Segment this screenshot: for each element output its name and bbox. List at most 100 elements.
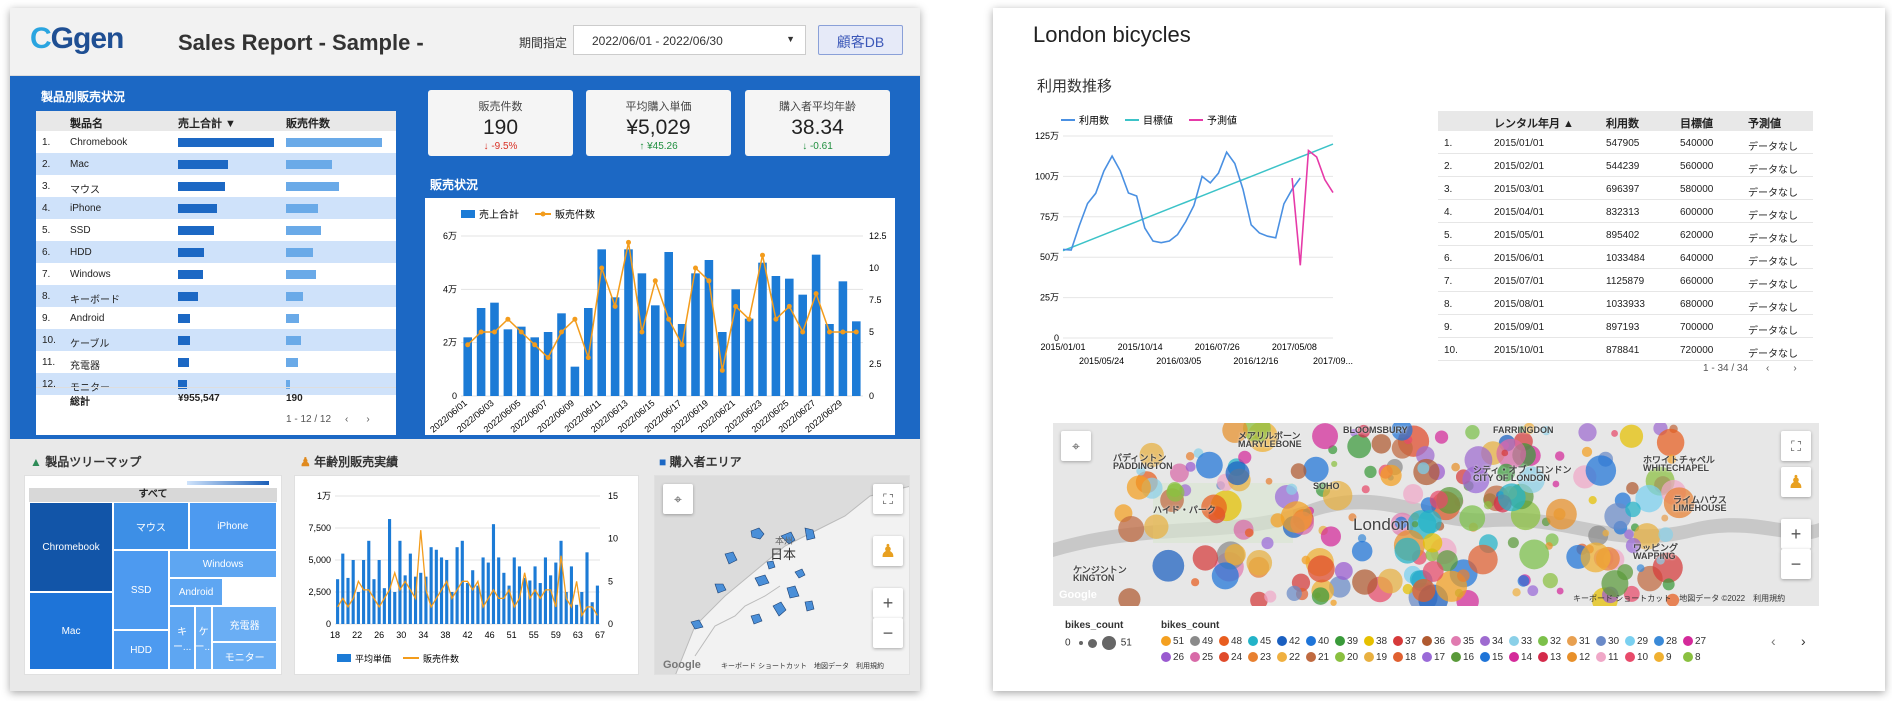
avg-price-bar[interactable] (528, 580, 532, 624)
bike-station-bubble[interactable] (1411, 520, 1419, 528)
bike-station-bubble[interactable] (1552, 480, 1560, 488)
bike-station-bubble[interactable] (1457, 569, 1470, 582)
avg-price-bar[interactable] (575, 604, 579, 624)
count-point[interactable] (559, 329, 564, 335)
avg-price-bar[interactable] (341, 553, 345, 624)
col-product[interactable]: 製品名 (70, 115, 103, 131)
col-target[interactable]: 目標値 (1680, 115, 1713, 131)
next-page-icon[interactable]: › (1793, 363, 1796, 374)
treemap-cell[interactable]: マウス (113, 502, 189, 550)
bike-station-bubble[interactable] (1468, 544, 1498, 575)
col-count[interactable]: 販売件数 (286, 115, 330, 131)
bike-station-bubble[interactable] (1330, 599, 1337, 606)
avg-price-bar[interactable] (523, 577, 527, 624)
bike-station-bubble[interactable] (1280, 501, 1313, 533)
sales-bar[interactable] (503, 329, 513, 396)
avg-price-bar[interactable] (372, 579, 376, 624)
avg-price-bar[interactable] (362, 560, 366, 624)
sales-bar[interactable] (771, 276, 781, 396)
next-page-icon[interactable]: › (366, 414, 369, 425)
avg-price-bar[interactable] (585, 552, 589, 624)
bike-station-bubble[interactable] (1581, 446, 1593, 458)
avg-price-bar[interactable] (393, 592, 397, 624)
zoom-out-button[interactable]: − (873, 618, 903, 648)
avg-price-bar[interactable] (346, 577, 350, 624)
table-row[interactable]: 3. マウス (36, 175, 396, 197)
bike-station-bubble[interactable] (1380, 464, 1402, 487)
bike-station-bubble[interactable] (1662, 578, 1675, 591)
bike-station-bubble[interactable] (1303, 456, 1329, 483)
avg-price-bar[interactable] (465, 583, 470, 624)
treemap-cell[interactable]: Android (169, 578, 224, 606)
count-point[interactable] (693, 265, 698, 271)
sales-bar[interactable] (785, 278, 794, 396)
count-point[interactable] (572, 316, 578, 322)
col-sales[interactable]: 売上合計 ▼ (178, 115, 236, 131)
avg-price-bar[interactable] (569, 566, 573, 624)
count-point[interactable] (853, 329, 859, 335)
treemap-cell[interactable]: Chromebook (29, 502, 114, 592)
avg-price-bar[interactable] (497, 557, 501, 624)
bike-station-bubble[interactable] (1351, 540, 1373, 562)
avg-price-bar[interactable] (419, 572, 423, 624)
count-point[interactable] (639, 329, 645, 335)
count-point[interactable] (478, 329, 484, 335)
table-row[interactable]: 8. キーボード (36, 285, 396, 307)
bike-station-bubble[interactable] (1619, 424, 1644, 448)
count-point[interactable] (666, 316, 672, 322)
bike-station-bubble[interactable] (1286, 483, 1298, 495)
table-row[interactable]: 2. 2015/02/01 544239 560000 データなし (1438, 154, 1813, 177)
bike-station-bubble[interactable] (1578, 423, 1597, 442)
bike-station-bubble[interactable] (1264, 590, 1277, 603)
table-row[interactable]: 7. Windows (36, 263, 396, 285)
count-point[interactable] (626, 239, 631, 245)
sales-bar[interactable] (838, 281, 848, 396)
table-row[interactable]: 1. 2015/01/01 547905 540000 データなし (1438, 131, 1813, 154)
bike-station-bubble[interactable] (1301, 555, 1311, 565)
bike-station-bubble[interactable] (1585, 455, 1617, 486)
bike-station-bubble[interactable] (1185, 452, 1195, 461)
bike-station-bubble[interactable] (1434, 430, 1449, 444)
map-footer[interactable]: キーボード ショートカット 地図データ 利用規約 (721, 661, 884, 670)
treemap-cell[interactable]: iPhone (188, 502, 277, 550)
bike-station-bubble[interactable] (1661, 514, 1669, 522)
sales-bar[interactable] (490, 302, 499, 396)
bike-station-bubble[interactable] (1624, 529, 1634, 540)
count-point[interactable] (518, 329, 524, 335)
count-point[interactable] (532, 342, 538, 348)
avg-price-bar[interactable] (388, 519, 392, 624)
bike-station-bubble[interactable] (1144, 514, 1169, 539)
count-point[interactable] (760, 252, 765, 258)
bike-station-bubble[interactable] (1331, 460, 1338, 468)
table-row[interactable]: 9. Android (36, 307, 396, 329)
bike-station-bubble[interactable] (1352, 569, 1378, 595)
bike-station-bubble[interactable] (1546, 498, 1577, 530)
count-point[interactable] (746, 316, 752, 322)
avg-price-bar[interactable] (491, 524, 496, 624)
bike-station-bubble[interactable] (1611, 430, 1618, 437)
bike-station-bubble[interactable] (1402, 583, 1413, 595)
bike-station-bubble[interactable] (1527, 585, 1539, 597)
bike-station-bubble[interactable] (1244, 528, 1254, 538)
avg-price-bar[interactable] (476, 585, 480, 624)
col-usage[interactable]: 利用数 (1606, 115, 1639, 131)
sales-bar[interactable] (825, 324, 834, 396)
sales-bar[interactable] (637, 273, 647, 396)
sales-bar[interactable] (476, 308, 486, 396)
sales-bar[interactable] (744, 318, 754, 396)
table-row[interactable]: 5. 2015/05/01 895402 620000 データなし (1438, 223, 1813, 246)
treemap-cell[interactable]: HDD (113, 630, 170, 670)
table-row[interactable]: 10. 2015/10/01 878841 720000 データなし (1438, 338, 1813, 361)
bike-station-bubble[interactable] (1394, 537, 1421, 564)
table-row[interactable]: 8. 2015/08/01 1033933 680000 データなし (1438, 292, 1813, 315)
bike-station-bubble[interactable] (1422, 561, 1444, 582)
bike-station-bubble[interactable] (1307, 555, 1335, 583)
sales-bar[interactable] (798, 294, 807, 396)
treemap-cell[interactable]: キー... (169, 606, 196, 670)
london-bubble-map[interactable]: BLOOMSBURY FARRINGDON メアリルボーン MARYLEBONE パディ… (1053, 423, 1819, 606)
avg-price-bar[interactable] (434, 549, 438, 624)
bike-station-bubble[interactable] (1501, 449, 1509, 457)
count-point[interactable] (733, 303, 739, 309)
zoom-in-button[interactable]: + (1781, 519, 1811, 549)
treemap-cell[interactable]: モニター (212, 642, 277, 670)
